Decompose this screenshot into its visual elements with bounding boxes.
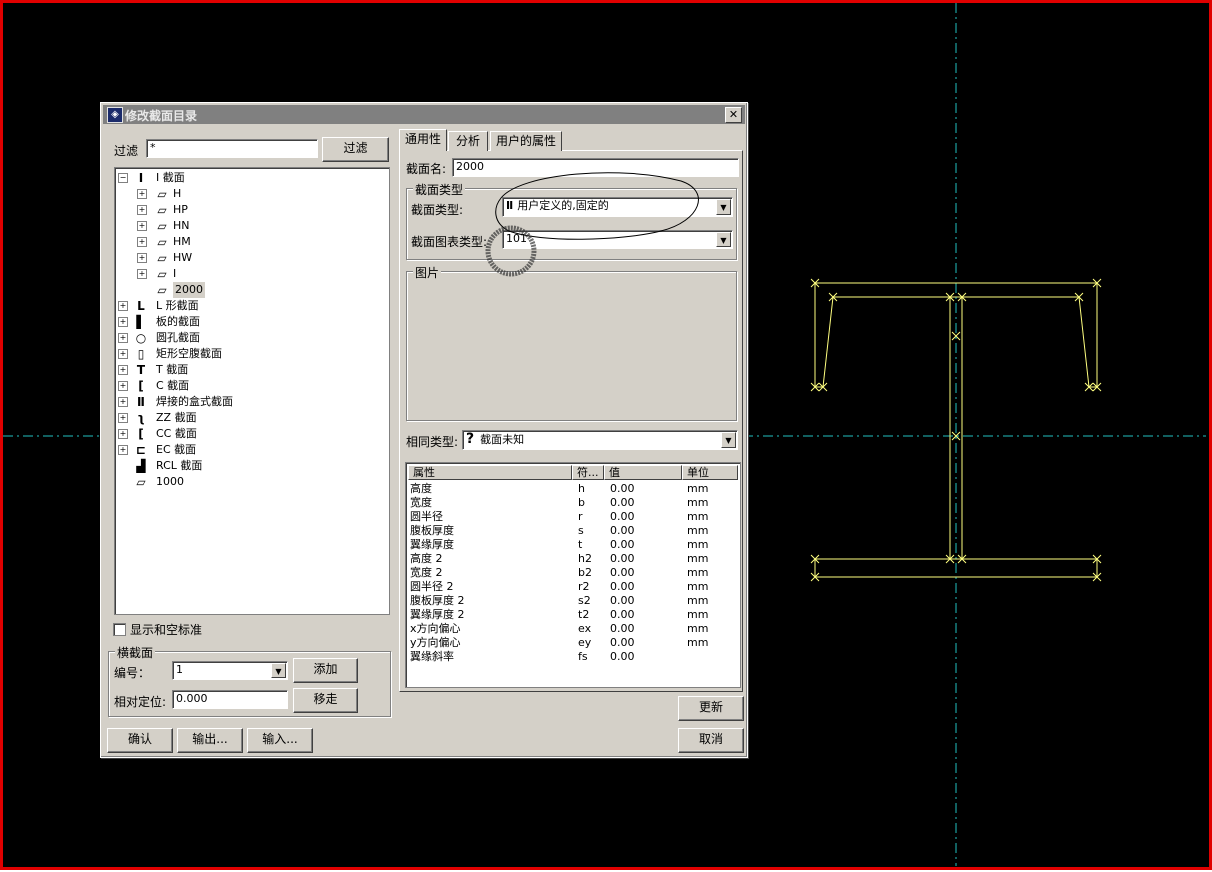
modify-section-catalog-dialog: ◈ 修改截面目录 ✕ 过滤 * 过滤 − Ⅰ I 截面 + ▱ H + ▱ HP + ▱ HN + ▱ HM… (100, 102, 748, 758)
annotation-ellipse (495, 172, 699, 240)
annotation-circle (485, 225, 537, 277)
annotation-overlay (485, 172, 699, 277)
tab-general[interactable]: 通用性 (399, 129, 447, 151)
